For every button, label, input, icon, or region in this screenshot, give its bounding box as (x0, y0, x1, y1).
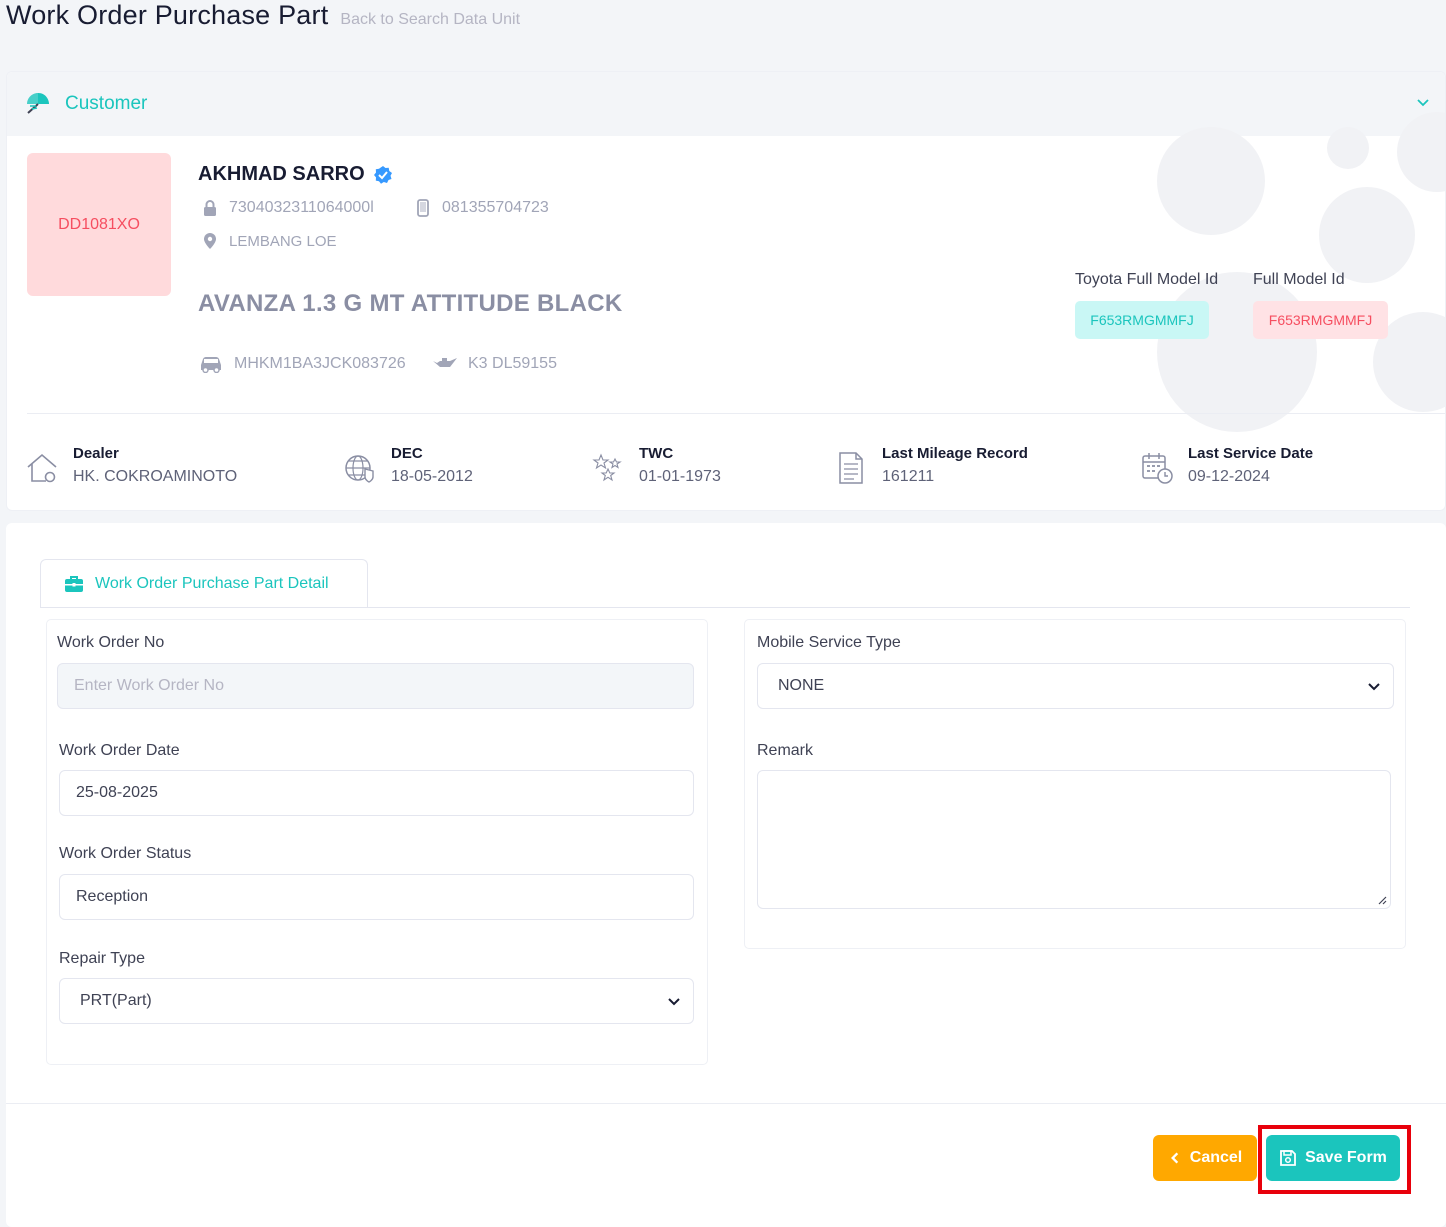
phone-icon (417, 199, 429, 217)
decor-bubble (1327, 127, 1369, 169)
customer-divider (27, 413, 1445, 414)
mobile-service-type-select[interactable]: NONE (757, 663, 1394, 709)
briefcase-icon (65, 576, 83, 592)
work-order-no-label: Work Order No (57, 634, 165, 651)
license-plate-box: DD1081XO (27, 153, 171, 296)
save-form-label: Save Form (1305, 1149, 1387, 1166)
work-order-status-label: Work Order Status (59, 845, 192, 862)
location-meta: LEMBANG LOE (201, 232, 337, 250)
stat-dec: DEC 18-05-2012 (343, 445, 473, 486)
repair-type-value: PRT(Part) (80, 992, 152, 1009)
cancel-button[interactable]: Cancel (1153, 1135, 1257, 1181)
map-pin-icon (204, 233, 216, 249)
customer-section-header[interactable]: Customer (7, 72, 1445, 136)
page-header: Work Order Purchase Part Back to Search … (6, 0, 520, 36)
stat-last-service: Last Service Date 09-12-2024 (1140, 445, 1313, 486)
tab-label: Work Order Purchase Part Detail (95, 575, 329, 592)
document-icon (839, 452, 863, 484)
work-order-no-input[interactable]: Enter Work Order No (57, 663, 694, 709)
chevron-left-icon (1170, 1152, 1178, 1164)
customer-leaf-icon (27, 93, 49, 114)
engine-number: K3 DL59155 (468, 355, 557, 372)
engine-oil-icon (433, 358, 457, 367)
vin-meta: MHKM1BA3JCK083726 (198, 355, 406, 373)
back-to-search-link[interactable]: Back to Search Data Unit (340, 11, 520, 29)
decor-bubble (1157, 272, 1317, 432)
save-form-button[interactable]: Save Form (1266, 1135, 1400, 1181)
engine-meta: K3 DL59155 (432, 355, 557, 373)
full-model-label: Full Model Id (1253, 271, 1345, 288)
stat-label: Dealer (73, 445, 119, 462)
floppy-disk-icon (1280, 1150, 1296, 1166)
stat-label: TWC (639, 445, 674, 462)
stat-value: 09-12-2024 (1188, 468, 1270, 485)
chevron-down-icon (668, 998, 680, 1006)
customer-name: AKHMAD SARRO (198, 163, 365, 185)
stat-twc: TWC 01-01-1973 (591, 445, 721, 486)
car-icon (201, 357, 221, 373)
mobile-service-type-label: Mobile Service Type (757, 634, 901, 651)
vin-number: MHKM1BA3JCK083726 (234, 355, 406, 372)
form-footer-divider (6, 1103, 1446, 1104)
remark-label: Remark (757, 742, 814, 759)
house-icon (27, 453, 57, 483)
cancel-label: Cancel (1189, 1149, 1243, 1166)
work-order-form-card: Work Order Purchase Part Detail Work Ord… (6, 523, 1446, 1227)
repair-type-label: Repair Type (59, 950, 145, 967)
toyota-full-model-label: Toyota Full Model Id (1075, 271, 1219, 288)
resize-grip-icon[interactable] (1377, 895, 1387, 905)
license-plate: DD1081XO (58, 215, 140, 233)
stat-value: 161211 (882, 468, 935, 485)
lock-icon (204, 200, 216, 216)
work-order-status-input[interactable]: Reception (59, 874, 694, 920)
stat-value: HK. COKROAMINOTO (73, 468, 238, 485)
phone-meta: 081355704723 (414, 199, 549, 217)
decor-bubble (1157, 127, 1265, 235)
customer-name-row: AKHMAD SARRO (198, 163, 393, 186)
stat-label: DEC (391, 445, 423, 462)
stat-value: 18-05-2012 (391, 468, 473, 485)
stat-last-mileage: Last Mileage Record 161211 (834, 445, 1028, 486)
stat-value: 01-01-1973 (639, 468, 721, 485)
calendar-clock-icon (1142, 453, 1173, 484)
work-order-date-label: Work Order Date (59, 742, 180, 759)
stars-icon (592, 453, 622, 482)
stat-label: Last Service Date (1188, 445, 1314, 462)
full-model-badge: F653RMGMMFJ (1253, 301, 1388, 339)
phone-number: 081355704723 (442, 199, 549, 216)
globe-shield-icon (345, 455, 374, 483)
id-number-meta: 7304032311064000l (201, 199, 374, 217)
toyota-full-model-badge: F653RMGMMFJ (1075, 301, 1209, 339)
vehicle-model: AVANZA 1.3 G MT ATTITUDE BLACK (198, 290, 623, 317)
tab-work-order-detail[interactable]: Work Order Purchase Part Detail (40, 559, 368, 608)
stat-dealer: Dealer HK. COKROAMINOTO (25, 445, 237, 486)
mobile-service-type-value: NONE (778, 677, 825, 694)
repair-type-select[interactable]: PRT(Part) (59, 978, 694, 1024)
verified-badge-icon (373, 165, 392, 184)
remark-textarea[interactable] (757, 770, 1391, 909)
work-order-date-input[interactable]: 25-08-2025 (59, 770, 694, 816)
location: LEMBANG LOE (229, 232, 337, 250)
tab-divider (40, 607, 1410, 608)
id-number: 7304032311064000l (229, 199, 374, 216)
stat-label: Last Mileage Record (882, 445, 1028, 462)
customer-card: Customer DD1081XO AKHMAD SARRO 730403231… (6, 71, 1446, 511)
chevron-down-icon[interactable] (1415, 94, 1431, 110)
decor-bubble (1319, 187, 1415, 283)
page-title: Work Order Purchase Part (6, 0, 329, 30)
chevron-down-icon (1368, 683, 1380, 691)
customer-section-title: Customer (65, 93, 148, 114)
